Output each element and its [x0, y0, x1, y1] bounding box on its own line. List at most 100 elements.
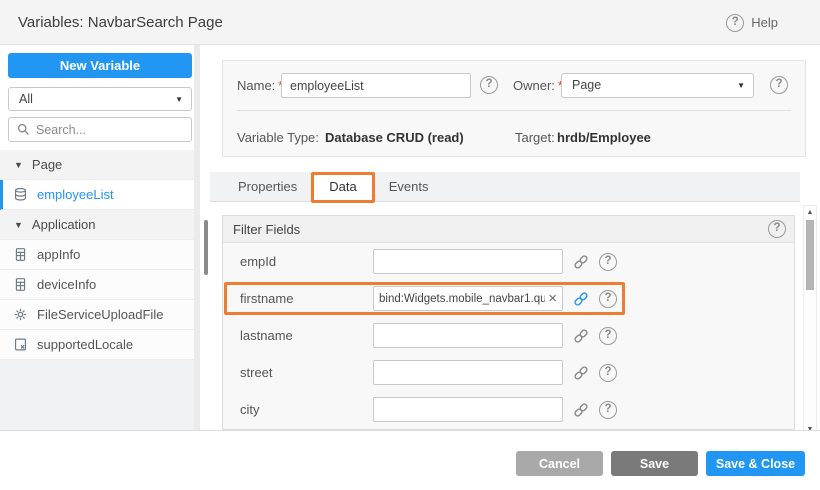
save-close-button[interactable]: Save & Close: [706, 451, 805, 476]
target-value: hrdb/Employee: [557, 123, 651, 153]
owner-select[interactable]: Page ▼: [561, 73, 754, 98]
content-scrollbar[interactable]: ▲ ▼: [803, 205, 817, 437]
caret-down-icon: ▼: [14, 160, 23, 170]
filter-row-street: street ?: [223, 354, 794, 391]
lastname-field[interactable]: [379, 330, 557, 342]
caret-down-icon: ▼: [14, 220, 23, 230]
filter-fields-title: Filter Fields: [233, 216, 300, 243]
field-help-icon[interactable]: ?: [599, 290, 617, 308]
bind-link-icon[interactable]: [572, 327, 590, 345]
search-input[interactable]: [36, 123, 183, 137]
field-label: city: [240, 402, 373, 417]
variable-type-value: Database CRUD (read): [325, 123, 464, 153]
variable-detail-area: Name:* ? Owner:* Page ▼ ? Variable Type:…: [210, 45, 820, 430]
locale-file-icon: [13, 337, 28, 352]
tree-item-label: FileServiceUploadFile: [37, 307, 163, 322]
field-help-icon[interactable]: ?: [599, 401, 617, 419]
tree-item-label: employeeList: [37, 187, 114, 202]
owner-help-icon[interactable]: ?: [770, 76, 788, 94]
firstname-annotation-highlight: firstname × ?: [224, 282, 625, 315]
sidebar-item-supportedlocale[interactable]: supportedLocale: [0, 330, 200, 360]
empid-field[interactable]: [379, 256, 557, 268]
variables-tree: ▼ Page employeeList ▼ Application appInf…: [0, 150, 200, 360]
target-label: Target:: [515, 123, 555, 153]
bind-link-icon[interactable]: [572, 401, 590, 419]
street-field[interactable]: [379, 367, 557, 379]
city-input-box: [373, 397, 563, 422]
bind-link-icon[interactable]: [572, 364, 590, 382]
content-scrollbar-thumb[interactable]: [806, 220, 814, 290]
sidebar-empty-area: [0, 360, 200, 430]
empid-input-box: [373, 249, 563, 274]
new-variable-button[interactable]: New Variable: [8, 53, 192, 78]
variable-type-label: Variable Type:: [237, 123, 319, 153]
cancel-button[interactable]: Cancel: [516, 451, 603, 476]
name-label: Name:*: [237, 73, 283, 98]
owner-select-value: Page: [572, 74, 601, 97]
bind-link-icon-active[interactable]: [572, 290, 590, 308]
tab-properties[interactable]: Properties: [222, 172, 313, 201]
tree-group-label: Page: [32, 157, 62, 172]
tab-data[interactable]: Data: [313, 172, 372, 202]
app-info-icon: [13, 247, 28, 262]
detail-tabs: Properties Data Events: [210, 172, 800, 202]
field-help-icon[interactable]: ?: [599, 327, 617, 345]
device-info-icon: [13, 277, 28, 292]
filter-fields-panel: Filter Fields ? empId ?: [222, 215, 795, 430]
sidebar-item-employeelist[interactable]: employeeList: [0, 180, 200, 210]
owner-label: Owner:*: [513, 73, 563, 98]
field-label: lastname: [240, 328, 373, 343]
tab-data-label: Data: [329, 179, 356, 194]
lastname-input-box: [373, 323, 563, 348]
question-circle-icon: ?: [726, 14, 744, 32]
variable-search-box[interactable]: [8, 117, 192, 142]
dialog-footer: Cancel Save Save & Close: [0, 430, 820, 490]
database-icon: [13, 187, 28, 202]
sidebar-item-fileserviceuploadfile[interactable]: FileServiceUploadFile: [0, 300, 200, 330]
title-bar: Variables: NavbarSearch Page ? Help: [0, 0, 820, 45]
tab-events[interactable]: Events: [373, 172, 445, 201]
sidebar-scrollbar-thumb[interactable]: [204, 220, 208, 275]
filter-fields-rows: empId ? firstname: [223, 243, 794, 428]
tree-item-label: appInfo: [37, 247, 80, 262]
filter-fields-help-icon[interactable]: ?: [768, 220, 786, 238]
variables-sidebar: New Variable All ▼ ▼ Page employeeList: [0, 45, 200, 430]
field-label: firstname: [240, 291, 373, 306]
save-button[interactable]: Save: [611, 451, 698, 476]
sidebar-item-appinfo[interactable]: appInfo: [0, 240, 200, 270]
filter-select-value: All: [19, 88, 33, 111]
filter-row-firstname: firstname × ?: [223, 280, 794, 317]
tree-group-application[interactable]: ▼ Application: [0, 210, 200, 240]
field-label: empId: [240, 254, 373, 269]
variables-dialog: Variables: NavbarSearch Page ? Help New …: [0, 0, 820, 490]
firstname-field[interactable]: [379, 293, 545, 305]
field-help-icon[interactable]: ?: [599, 253, 617, 271]
tree-group-page[interactable]: ▼ Page: [0, 150, 200, 180]
variable-info-panel: Name:* ? Owner:* Page ▼ ? Variable Type:…: [222, 60, 806, 157]
gear-icon: [13, 307, 28, 322]
field-label: street: [240, 365, 373, 380]
page-title: Variables: NavbarSearch Page: [18, 0, 223, 45]
tree-group-label: Application: [32, 217, 96, 232]
firstname-input-box: ×: [373, 286, 563, 311]
city-field[interactable]: [379, 404, 557, 416]
variable-name-field[interactable]: [281, 73, 471, 98]
filter-row-lastname: lastname ?: [223, 317, 794, 354]
scroll-up-icon[interactable]: ▲: [804, 209, 816, 216]
variable-type-row: Variable Type: Database CRUD (read) Targ…: [223, 123, 805, 153]
panel-divider: [237, 110, 791, 111]
bind-link-icon[interactable]: [572, 253, 590, 271]
field-help-icon[interactable]: ?: [599, 364, 617, 382]
name-help-icon[interactable]: ?: [480, 76, 498, 94]
variable-filter-select[interactable]: All ▼: [8, 87, 192, 111]
help-button[interactable]: ? Help: [726, 0, 778, 45]
sidebar-item-deviceinfo[interactable]: deviceInfo: [0, 270, 200, 300]
tree-item-label: deviceInfo: [37, 277, 96, 292]
filter-row-empid: empId ?: [223, 243, 794, 280]
street-input-box: [373, 360, 563, 385]
sidebar-scrollbar-track[interactable]: [194, 45, 200, 430]
clear-binding-icon[interactable]: ×: [548, 291, 557, 306]
filter-fields-header: Filter Fields ?: [223, 216, 794, 243]
chevron-down-icon: ▼: [175, 88, 183, 111]
chevron-down-icon: ▼: [737, 74, 745, 97]
